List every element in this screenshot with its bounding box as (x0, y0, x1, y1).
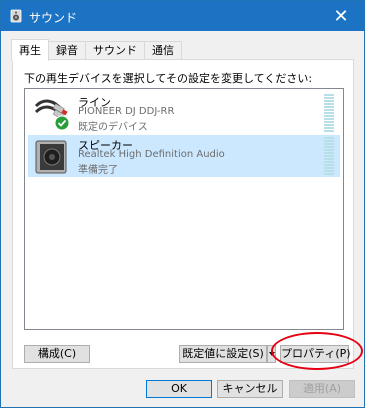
tab-sounds[interactable]: サウンド (85, 41, 145, 60)
device-line[interactable]: ライン PIONEER DJ DDJ-RR 既定のデバイス (28, 92, 340, 134)
device-detail: PIONEER DJ DDJ-RR (78, 106, 175, 117)
apply-button[interactable]: 適用(A) (289, 380, 355, 398)
device-status: 既定のデバイス (78, 122, 148, 133)
device-detail: Realtek High Definition Audio (78, 149, 225, 160)
speaker-window-icon (10, 9, 22, 23)
playback-panel: 下の再生デバイスを選択してその設定を変更してください: ライン PIONEER … (12, 59, 354, 369)
instruction-text: 下の再生デバイスを選択してその設定を変更してください: (24, 72, 313, 85)
close-button[interactable]: ✕ (318, 1, 364, 31)
level-meter (324, 94, 334, 132)
ok-button[interactable]: OK (146, 380, 212, 398)
speaker-icon (35, 140, 67, 174)
set-default-dropdown-arrow[interactable] (267, 345, 276, 363)
properties-button[interactable]: プロパティ(P) (280, 345, 351, 363)
tab-recording[interactable]: 録音 (48, 41, 86, 60)
window-title: サウンド (29, 11, 78, 25)
set-default-button[interactable]: 既定値に設定(S) (179, 345, 267, 363)
sound-dialog: サウンド ✕ 再生 録音 サウンド 通信 下の再生デバイスを選択してその設定を変… (0, 0, 365, 408)
level-meter (324, 137, 334, 175)
device-status: 準備完了 (78, 165, 118, 176)
tab-communications[interactable]: 通信 (144, 41, 182, 60)
configure-button[interactable]: 構成(C) (24, 345, 90, 363)
tab-playback[interactable]: 再生 (11, 39, 49, 61)
title-bar: サウンド ✕ (1, 1, 364, 31)
line-cable-icon (34, 99, 70, 131)
tab-strip: 再生 録音 サウンド 通信 (11, 39, 182, 61)
cancel-button[interactable]: キャンセル (217, 380, 283, 398)
default-check-icon (54, 115, 70, 131)
close-icon: ✕ (333, 5, 349, 27)
device-list[interactable]: ライン PIONEER DJ DDJ-RR 既定のデバイス スピーカー Real… (24, 88, 344, 330)
device-speaker[interactable]: スピーカー Realtek High Definition Audio 準備完了 (28, 135, 340, 177)
